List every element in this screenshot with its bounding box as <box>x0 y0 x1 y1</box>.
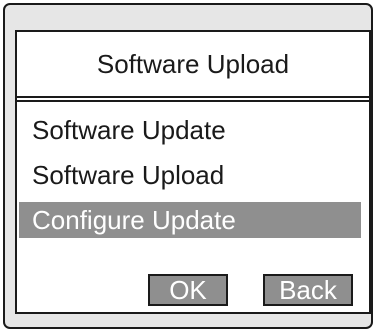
title-divider <box>17 96 369 102</box>
menu-item-software-update[interactable]: Software Update <box>19 108 361 153</box>
ok-button[interactable]: OK <box>148 274 228 306</box>
device-frame: Software Upload Software Update Software… <box>3 3 373 329</box>
menu-item-software-upload[interactable]: Software Upload <box>19 153 361 198</box>
back-button[interactable]: Back <box>263 274 353 306</box>
dialog-screen: Software Upload Software Update Software… <box>15 30 371 314</box>
menu-list: Software Update Software Upload Configur… <box>19 108 361 238</box>
dialog-title: Software Upload <box>96 48 290 79</box>
menu-item-configure-update[interactable]: Configure Update <box>19 202 361 238</box>
